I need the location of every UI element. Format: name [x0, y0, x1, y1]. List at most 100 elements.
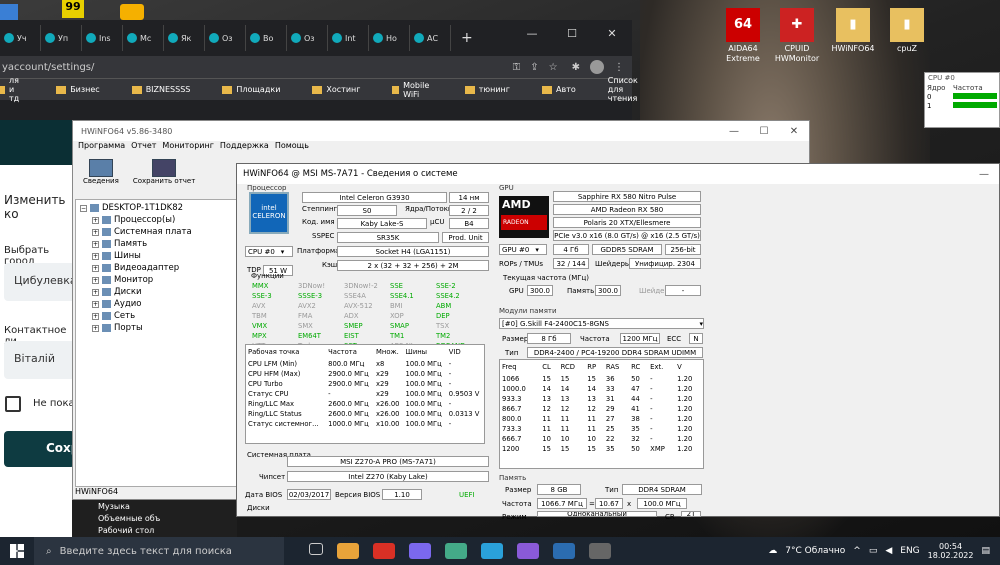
chrome-tab[interactable]: Оз	[287, 25, 328, 51]
new-tab-button[interactable]: +	[461, 30, 473, 46]
close-icon[interactable]: ✕	[779, 121, 809, 141]
chrome-tab[interactable]: Оз	[205, 25, 246, 51]
minimize-icon[interactable]: —	[512, 20, 552, 46]
explorer-item[interactable]: Рабочий стол	[72, 524, 237, 536]
bookmark-item[interactable]: BIZNESSSS	[131, 85, 207, 94]
tree-node[interactable]: + Шины	[80, 250, 232, 262]
tray-chevron-icon[interactable]: ^	[853, 546, 861, 556]
desktop-top-icon[interactable]: 99	[62, 0, 84, 18]
expand-icon[interactable]: +	[92, 252, 99, 260]
tree-node[interactable]: + Сеть	[80, 310, 232, 322]
maximize-icon[interactable]: ☐	[749, 121, 779, 141]
avatar[interactable]	[590, 60, 604, 74]
taskbar-app-icon[interactable]	[409, 543, 431, 559]
extensions-icon[interactable]: ✱	[572, 62, 580, 73]
tree-node[interactable]: + Диски	[80, 286, 232, 298]
reading-list-button[interactable]: Список для чтения	[608, 76, 654, 103]
cpu-select[interactable]: CPU #0 ▾	[245, 246, 293, 257]
contact-input[interactable]: Віталій	[4, 341, 75, 379]
notifications-icon[interactable]: ▤	[981, 546, 990, 556]
menu-icon[interactable]: ⋮	[614, 62, 624, 73]
language-indicator[interactable]: ENG	[900, 546, 919, 556]
weather-text[interactable]: 7°C Облачно	[785, 546, 845, 556]
expand-icon[interactable]: +	[92, 300, 99, 308]
tree-node[interactable]: + Память	[80, 238, 232, 250]
tree-node[interactable]: + Монитор	[80, 274, 232, 286]
taskbar-app-icon[interactable]	[373, 543, 395, 559]
menu-item[interactable]: Отчет	[131, 141, 156, 155]
expand-icon[interactable]: +	[92, 324, 99, 332]
tree-node[interactable]: − DESKTOP-1T1DK82	[80, 202, 232, 214]
explorer-item[interactable]: Музыка	[72, 500, 237, 512]
minimize-icon[interactable]: —	[719, 121, 749, 141]
address-bar[interactable]: yaccount/settings/ ⚿ ⇪ ☆ ✱ ⋮	[0, 56, 632, 78]
task-view-icon[interactable]	[309, 543, 323, 555]
bookmark-item[interactable]: тюнинг	[464, 85, 526, 94]
volume-icon[interactable]: ◀	[885, 546, 892, 556]
windows-start-icon[interactable]	[10, 544, 24, 558]
gpu-select[interactable]: GPU #0 ▾	[499, 244, 547, 255]
summary-button[interactable]: Сведения	[83, 159, 119, 185]
bookmark-item[interactable]: Хостинг	[312, 85, 376, 94]
chrome-tab[interactable]: Ins	[82, 25, 123, 51]
chrome-tab[interactable]: Но	[369, 25, 410, 51]
chrome-tab[interactable]: Як	[164, 25, 205, 51]
expand-icon[interactable]: +	[92, 240, 99, 248]
bookmark-item[interactable]: Площадки	[222, 85, 296, 94]
expand-icon[interactable]: +	[92, 288, 99, 296]
expand-icon[interactable]: +	[92, 216, 99, 224]
expand-icon[interactable]: −	[80, 204, 87, 212]
chrome-tab[interactable]: АС	[410, 25, 451, 51]
tree-node[interactable]: + Процессор(ы)	[80, 214, 232, 226]
tree-node[interactable]: + Системная плата	[80, 226, 232, 238]
device-tree[interactable]: − DESKTOP-1T1DK82 + Процессор(ы) + Системная …	[75, 199, 237, 487]
expand-icon[interactable]: +	[92, 228, 99, 236]
minimize-icon[interactable]: —	[969, 164, 999, 184]
share-icon[interactable]: ⇪	[530, 62, 538, 73]
city-select[interactable]: Цибулевка	[4, 263, 77, 301]
menu-item[interactable]: Мониторинг	[162, 141, 214, 155]
bookmark-item[interactable]: Mobile WiFi	[392, 81, 448, 99]
bookmark-item[interactable]: ля и тд	[0, 76, 40, 103]
bookmark-item[interactable]: Авто	[542, 85, 592, 94]
taskbar-app-icon[interactable]	[445, 543, 467, 559]
key-icon[interactable]: ⚿	[513, 62, 521, 73]
explorer-item[interactable]: Объемные объ	[72, 512, 237, 524]
desktop-top-icon-2[interactable]	[120, 4, 144, 20]
chrome-tab[interactable]: Уч	[0, 25, 41, 51]
menu-item[interactable]: Помощь	[275, 141, 309, 155]
module-select[interactable]: [#0] G.Skill F4-2400C15-8GNS ▾	[499, 318, 704, 329]
network-icon[interactable]: ▭	[869, 546, 878, 556]
chrome-window[interactable]: Уч Уп Ins Мс Як Оз Во Оз Int Но АС + — ☐ ✕ yaccount/s…	[0, 20, 638, 120]
taskbar-app-icon[interactable]	[553, 543, 575, 559]
star-icon[interactable]: ☆	[549, 62, 558, 73]
taskbar-app-icon[interactable]	[589, 543, 611, 559]
chrome-tab[interactable]: Во	[246, 25, 287, 51]
save-report-button[interactable]: Сохранить отчет	[133, 159, 195, 185]
clock[interactable]: 00:54 18.02.2022	[928, 542, 974, 560]
expand-icon[interactable]: +	[92, 264, 99, 272]
chrome-tab[interactable]: Мс	[123, 25, 164, 51]
chrome-tab[interactable]: Int	[328, 25, 369, 51]
cpu-widget[interactable]: CPU #0 Ядро Частота 0 1	[924, 72, 1000, 128]
tree-node[interactable]: + Видеоадаптер	[80, 262, 232, 274]
bookmark-item[interactable]: Бизнес	[56, 85, 116, 94]
expand-icon[interactable]: +	[92, 276, 99, 284]
system-summary-window[interactable]: HWiNFO64 @ MSI MS-7A71 - Сведения о сист…	[236, 163, 1000, 521]
chrome-tab[interactable]: Уп	[41, 25, 82, 51]
expand-icon[interactable]: +	[92, 312, 99, 320]
tree-node[interactable]: + Порты	[80, 322, 232, 334]
maximize-icon[interactable]: ☐	[552, 20, 592, 46]
desktop-top-icon-3[interactable]	[0, 4, 18, 20]
menu-item[interactable]: Программа	[78, 141, 125, 155]
close-icon[interactable]: ✕	[592, 20, 632, 46]
menu-item[interactable]: Поддержка	[220, 141, 269, 155]
tree-node[interactable]: + Аудио	[80, 298, 232, 310]
taskbar-app-icon[interactable]	[481, 543, 503, 559]
taskbar-app-icon[interactable]	[517, 543, 539, 559]
hide-checkbox[interactable]	[5, 396, 21, 412]
save-button[interactable]: Сохр	[4, 431, 79, 467]
desktop-icon[interactable]: ▮ cpuZ	[872, 6, 942, 54]
taskbar-search[interactable]: ⌕ Введите здесь текст для поиска	[34, 537, 284, 565]
taskbar-app-icon[interactable]	[337, 543, 359, 559]
